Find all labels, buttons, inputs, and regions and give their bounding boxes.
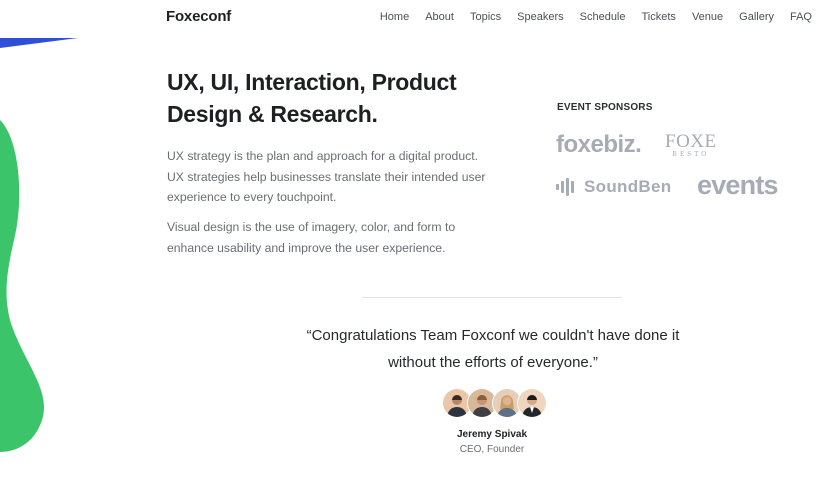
nav-faq[interactable]: FAQ xyxy=(790,11,812,23)
testimonial-author-role: CEO, Founder xyxy=(459,444,525,455)
top-navigation: Foxeconf Home About Topics Speakers Sche… xyxy=(0,0,836,36)
nav-venue[interactable]: Venue xyxy=(692,11,723,23)
brand-logo[interactable]: Foxeconf xyxy=(166,8,231,25)
hero-title: UX, UI, Interaction, Product Design & Re… xyxy=(167,69,457,127)
resto-logo-text: RESTO xyxy=(672,150,710,158)
nav-about[interactable]: About xyxy=(425,11,454,23)
sponsor-logo-events[interactable]: events xyxy=(697,170,779,201)
foxe-logo-text: FOXE xyxy=(665,131,717,152)
nav-schedule[interactable]: Schedule xyxy=(580,11,626,23)
soundben-logo-text: SoundBen xyxy=(584,177,672,196)
nav-topics[interactable]: Topics xyxy=(470,11,501,23)
testimonial-author-name: Jeremy Spivak xyxy=(456,429,528,440)
section-divider xyxy=(362,297,622,298)
nav-menu: Home About Topics Speakers Schedule Tick… xyxy=(380,11,812,23)
hero-paragraph-2: Visual design is the use of imagery, col… xyxy=(167,220,456,255)
sponsor-logo-foxebiz[interactable]: foxebiz. xyxy=(556,131,642,159)
soundwave-icon xyxy=(556,178,574,196)
nav-gallery[interactable]: Gallery xyxy=(739,11,774,23)
nav-home[interactable]: Home xyxy=(380,11,409,23)
nav-tickets[interactable]: Tickets xyxy=(642,11,676,23)
person-icon xyxy=(518,389,546,417)
avatar xyxy=(517,388,547,418)
testimonial-quote: “Congratulations Team Foxconf we couldn'… xyxy=(306,327,680,371)
avatar-group xyxy=(442,388,547,418)
hero-paragraph-1: UX strategy is the plan and approach for… xyxy=(167,149,486,204)
green-decorative-shape xyxy=(0,120,45,452)
nav-speakers[interactable]: Speakers xyxy=(517,11,563,23)
sponsor-logo-soundben[interactable]: SoundBen xyxy=(556,177,671,197)
sponsors-heading: EVENT SPONSORS xyxy=(557,102,653,113)
sponsor-logo-foxe-resto[interactable]: FOXE RESTO xyxy=(665,131,717,158)
